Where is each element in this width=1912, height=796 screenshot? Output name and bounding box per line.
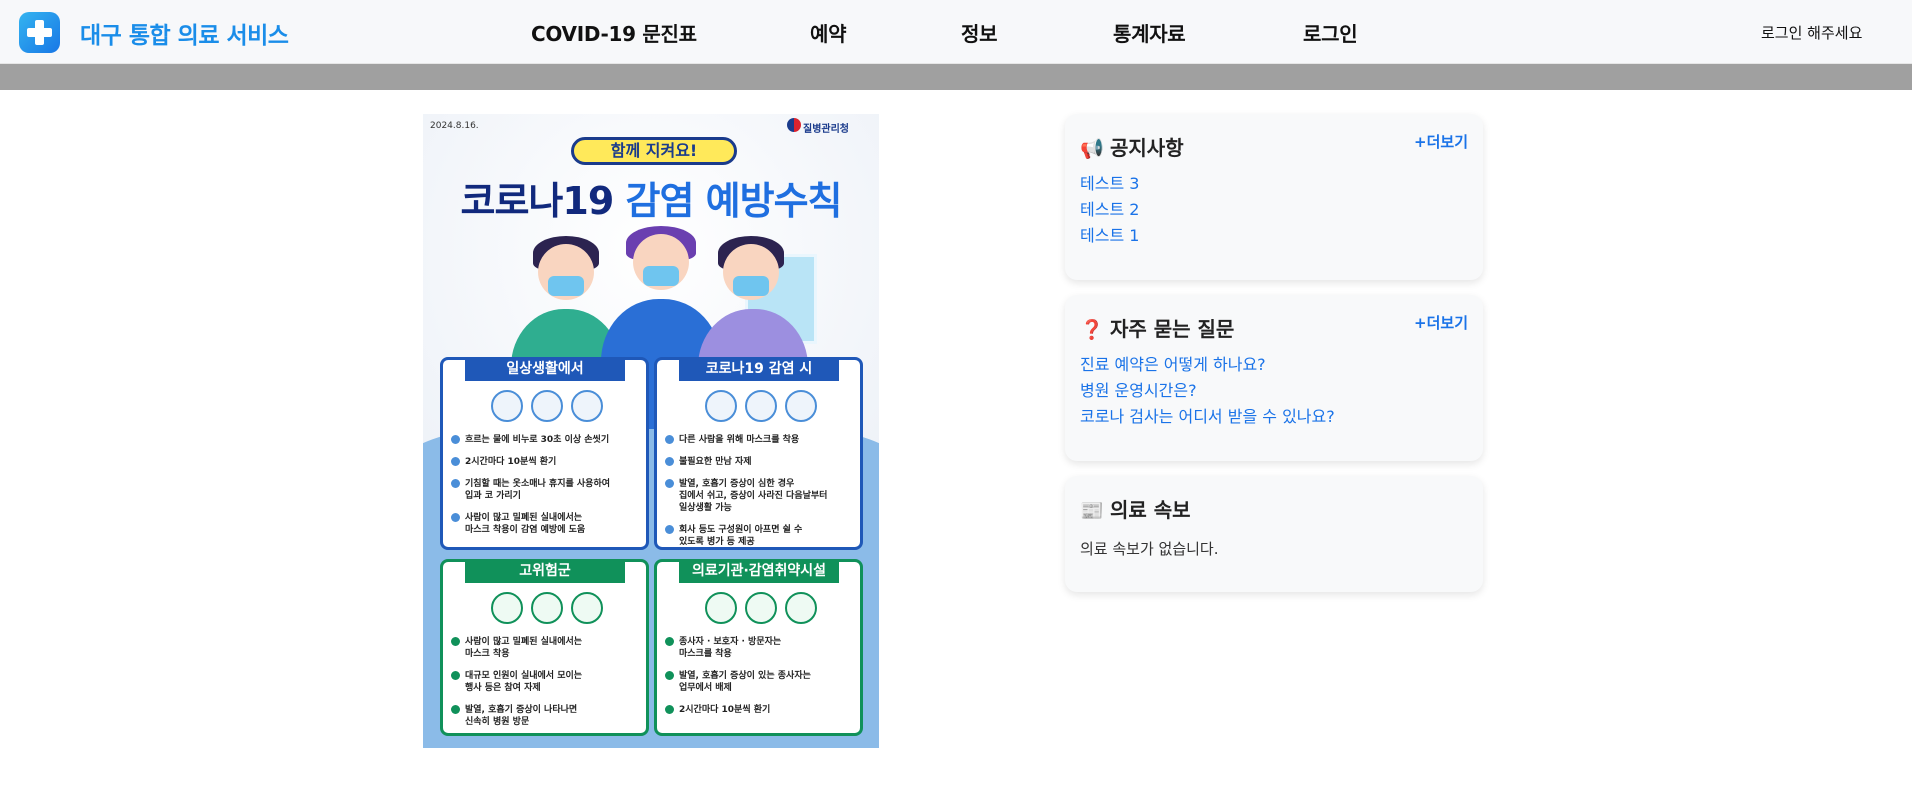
brand-title[interactable]: 대구 통합 의료 서비스 — [80, 16, 289, 50]
section-heading: 고위험군 — [465, 559, 625, 583]
section-icons — [705, 390, 825, 424]
hospital-icon — [571, 592, 603, 624]
poster-section-medical-facilities: 의료기관·감염취약시설 종사자 · 보호자 · 방문자는 마스크를 착용 발열,… — [654, 559, 863, 736]
faq-title-text: 자주 묻는 질문 — [1110, 317, 1235, 341]
faq-more-link[interactable]: +더보기 — [1414, 312, 1468, 333]
medical-cross-icon[interactable] — [19, 12, 60, 53]
rule-item: 발열, 호흡기 증상이 심한 경우 집에서 쉬고, 증상이 사라진 다음날부터 … — [665, 478, 860, 514]
rule-item: 다른 사람을 위해 마스크를 착용 — [665, 434, 860, 446]
faq-title: ❓ 자주 묻는 질문 — [1080, 313, 1234, 342]
question-mark-icon: ❓ — [1080, 319, 1104, 341]
top-navigation-bar: 대구 통합 의료 서비스 COVID-19 문진표 예약 정보 통계자료 로그인… — [0, 0, 1912, 64]
mask-icon — [705, 390, 737, 422]
poster-section-high-risk: 고위험군 사람이 많고 밀폐된 실내에서는 마스크 착용 대규모 인원이 실내에… — [440, 559, 649, 736]
megaphone-icon: 📢 — [1080, 138, 1104, 160]
news-empty-message: 의료 속보가 없습니다. — [1080, 540, 1219, 558]
rule-item: 사람이 많고 밀폐된 실내에서는 마스크 착용이 감염 예방에 도움 — [451, 512, 646, 536]
face-mask-icon — [643, 266, 679, 286]
mask-icon — [491, 592, 523, 624]
faq-card: ❓ 자주 묻는 질문 +더보기 진료 예약은 어떻게 하나요? 병원 운영시간은?… — [1065, 295, 1483, 461]
handshake-icon — [745, 390, 777, 422]
notice-card: 📢 공지사항 +더보기 테스트 3 테스트 2 테스트 1 — [1065, 114, 1483, 280]
ventilation-icon — [571, 390, 603, 422]
notice-item[interactable]: 테스트 3 — [1080, 171, 1139, 197]
nav-covid-questionnaire[interactable]: COVID-19 문진표 — [531, 18, 697, 47]
notice-item[interactable]: 테스트 2 — [1080, 197, 1139, 223]
poster-date: 2024.8.16. — [430, 121, 479, 131]
nav-reservation[interactable]: 예약 — [810, 18, 847, 47]
section-heading: 일상생활에서 — [465, 357, 625, 381]
notice-title-text: 공지사항 — [1110, 136, 1184, 160]
faq-item[interactable]: 코로나 검사는 어디서 받을 수 있나요? — [1080, 404, 1335, 430]
news-title-text: 의료 속보 — [1110, 498, 1191, 522]
login-status-text: 로그인 해주세요 — [1761, 24, 1863, 42]
crowd-icon — [531, 592, 563, 624]
poster-title: 코로나19 감염 예방수칙 — [423, 170, 879, 225]
notice-list: 테스트 3 테스트 2 테스트 1 — [1080, 171, 1139, 249]
section-icons — [491, 390, 611, 424]
section-heading: 코로나19 감염 시 — [679, 357, 839, 381]
cough-cover-icon — [531, 390, 563, 422]
rule-item: 발열, 호흡기 증상이 나타나면 신속히 병원 방문 — [451, 704, 646, 728]
ventilation-icon — [785, 592, 817, 624]
faq-list: 진료 예약은 어떻게 하나요? 병원 운영시간은? 코로나 검사는 어디서 받을… — [1080, 352, 1335, 430]
section-heading: 의료기관·감염취약시설 — [679, 559, 839, 583]
faq-item[interactable]: 진료 예약은 어떻게 하나요? — [1080, 352, 1335, 378]
rule-item: 2시간마다 10분씩 환기 — [665, 704, 860, 716]
rule-item: 2시간마다 10분씩 환기 — [451, 456, 646, 468]
rule-item: 기침할 때는 옷소매나 휴지를 사용하여 입과 코 가리기 — [451, 478, 646, 502]
no-entry-icon — [745, 592, 777, 624]
news-title: 📰 의료 속보 — [1080, 494, 1191, 523]
rule-item: 발열, 호흡기 증상이 있는 종사자는 업무에서 배제 — [665, 670, 860, 694]
hand-washing-icon — [491, 390, 523, 422]
rule-item: 회사 등도 구성원이 아프면 쉴 수 있도록 병가 등 제공 — [665, 524, 860, 548]
worker-mask-icon — [705, 592, 737, 624]
covid-prevention-poster: 2024.8.16. 질병관리청 함께 지켜요! 코로나19 감염 예방수칙 일… — [423, 114, 879, 748]
section-icons — [705, 592, 825, 626]
sick-person-icon — [785, 390, 817, 422]
nav-login[interactable]: 로그인 — [1303, 18, 1358, 47]
poster-title-main: 코로나19 — [460, 179, 626, 223]
rule-item: 종사자 · 보호자 · 방문자는 마스크를 착용 — [665, 636, 860, 660]
faq-item[interactable]: 병원 운영시간은? — [1080, 378, 1335, 404]
face-mask-icon — [548, 276, 584, 296]
poster-speech-bubble: 함께 지켜요! — [571, 137, 737, 165]
section-icons — [491, 592, 611, 626]
newspaper-icon: 📰 — [1080, 500, 1104, 522]
rule-item: 흐르는 물에 비누로 30초 이상 손씻기 — [451, 434, 646, 446]
rule-item: 사람이 많고 밀폐된 실내에서는 마스크 착용 — [451, 636, 646, 660]
poster-section-daily-life: 일상생활에서 흐르는 물에 비누로 30초 이상 손씻기 2시간마다 10분씩 … — [440, 357, 649, 550]
poster-title-highlight: 감염 예방수칙 — [625, 179, 843, 223]
notice-item[interactable]: 테스트 1 — [1080, 223, 1139, 249]
face-mask-icon — [733, 276, 769, 296]
rule-item: 대규모 인원이 실내에서 모이는 행사 등은 참여 자제 — [451, 670, 646, 694]
notice-more-link[interactable]: +더보기 — [1414, 131, 1468, 152]
nav-statistics[interactable]: 통계자료 — [1113, 18, 1186, 47]
poster-agency: 질병관리청 — [803, 124, 849, 135]
notice-title: 📢 공지사항 — [1080, 132, 1184, 161]
medical-news-card: 📰 의료 속보 의료 속보가 없습니다. — [1065, 476, 1483, 592]
header-divider-bar — [0, 64, 1912, 90]
agency-logo-icon — [787, 118, 801, 132]
rule-item: 불필요한 만남 자제 — [665, 456, 860, 468]
poster-section-when-infected: 코로나19 감염 시 다른 사람을 위해 마스크를 착용 불필요한 만남 자제 … — [654, 357, 863, 550]
nav-info[interactable]: 정보 — [961, 18, 998, 47]
